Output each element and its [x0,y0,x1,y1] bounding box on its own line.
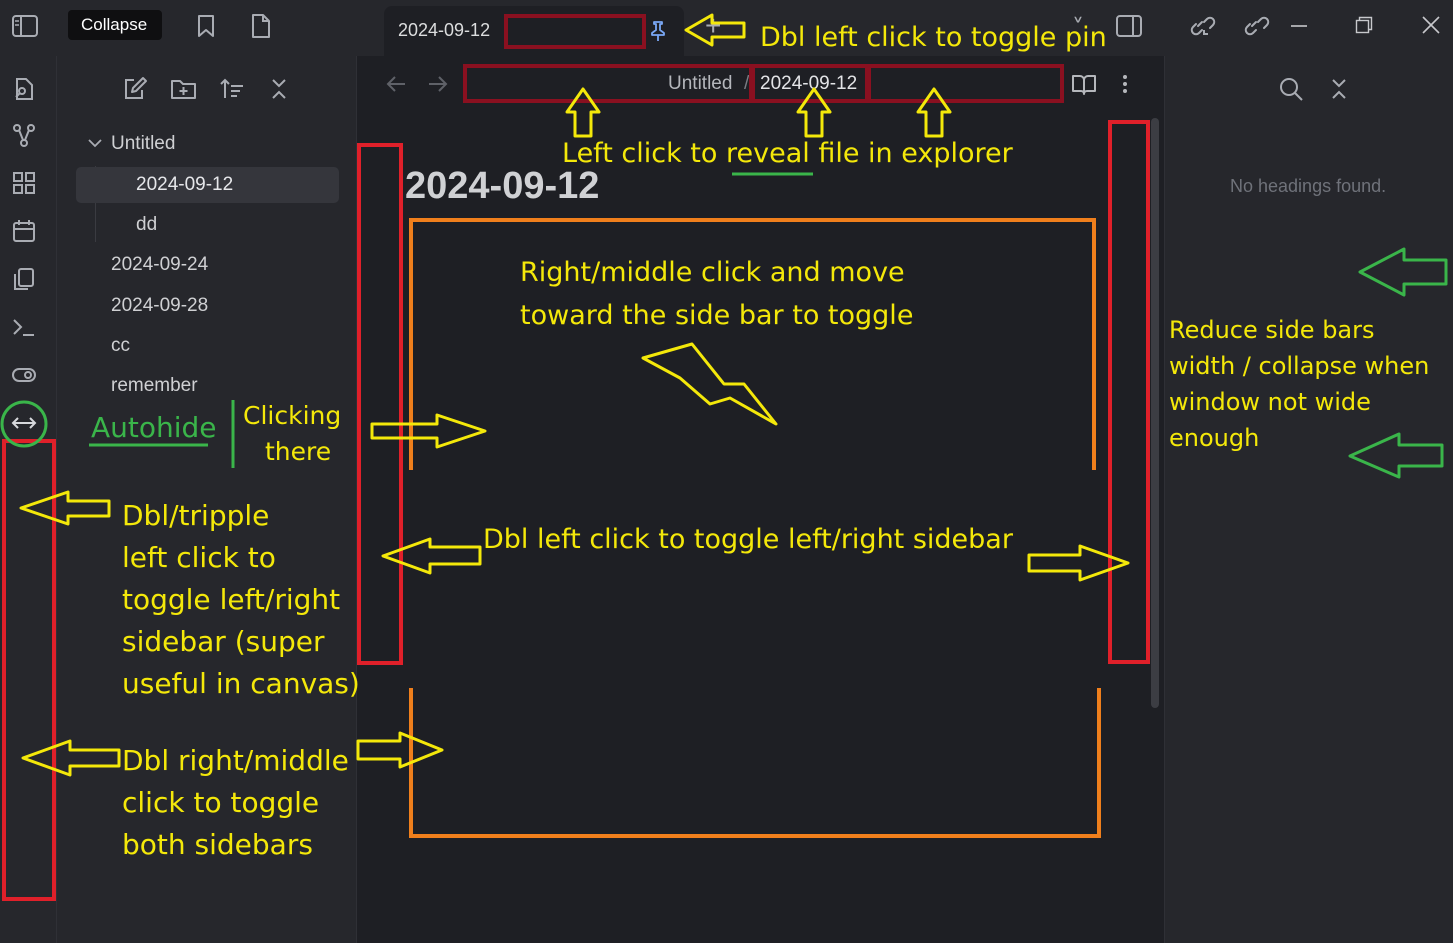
annotation-line: sidebar (super [122,625,325,658]
annotation-dbl-right: Dbl right/middle click to toggle both si… [122,740,349,866]
annotation-right-middle-2: toward the side bar to toggle [520,300,914,331]
annotation-autohide: Autohide [91,411,217,444]
arrow-right-bottom [356,731,444,769]
annotation-line: left click to [122,541,276,574]
annotation-reveal: Left click to reveal file in explorer [562,138,1013,169]
arrow-up-2 [796,87,832,138]
annotation-line: both sidebars [122,828,313,861]
annotation-line: Reduce side bars [1169,316,1375,344]
annotation-dbl-left-toggle: Dbl left click to toggle left/right side… [483,524,1013,555]
annotation-line: toggle left/right [122,583,341,616]
left-edge-box [357,143,403,665]
pin-area-box [504,14,646,49]
annotation-reveal-word: reveal [725,138,810,169]
lightning-bolt [641,342,778,426]
annotation-reveal-prefix: Left click to [562,138,726,169]
annotation-line: enough [1169,424,1260,452]
annotation-line: Dbl/tripple [122,499,270,532]
arrow-up-3 [916,87,952,138]
annotation-tripple: Dbl/tripple left click to toggle left/ri… [122,495,360,705]
arrow-pin [684,13,746,47]
annotation-line: click to toggle [122,786,320,819]
arrow-up-1 [565,87,601,138]
right-edge-box [1108,120,1150,664]
annotation-line: Dbl right/middle [122,744,349,777]
annotation-clicking-2: there [265,437,332,466]
arrow-left-edge [381,537,482,575]
annotation-line: window not wide [1169,388,1371,416]
breadcrumb-box-right [867,64,1064,103]
annotation-right-middle-1: Right/middle click and move [520,257,905,288]
breadcrumb-box-left [463,64,753,103]
arrow-green-1 [1358,247,1448,297]
annotation-line: useful in canvas) [122,667,360,700]
annotation-reveal-suffix: file in explorer [809,138,1013,169]
arrow-right-right-edge [1027,544,1130,582]
arrow-left-tripple [19,490,111,526]
annotation-pin: Dbl left click to toggle pin [760,22,1107,53]
annotation-clicking-1: Clicking [243,401,342,430]
arrow-right-edge [370,413,487,449]
orange-bracket-bottom [409,688,1101,838]
annotation-line: width / collapse when [1169,352,1430,380]
arrow-left-dbl-right [21,739,121,777]
annotation-reduce: Reduce side bars width / collapse when w… [1169,312,1429,456]
